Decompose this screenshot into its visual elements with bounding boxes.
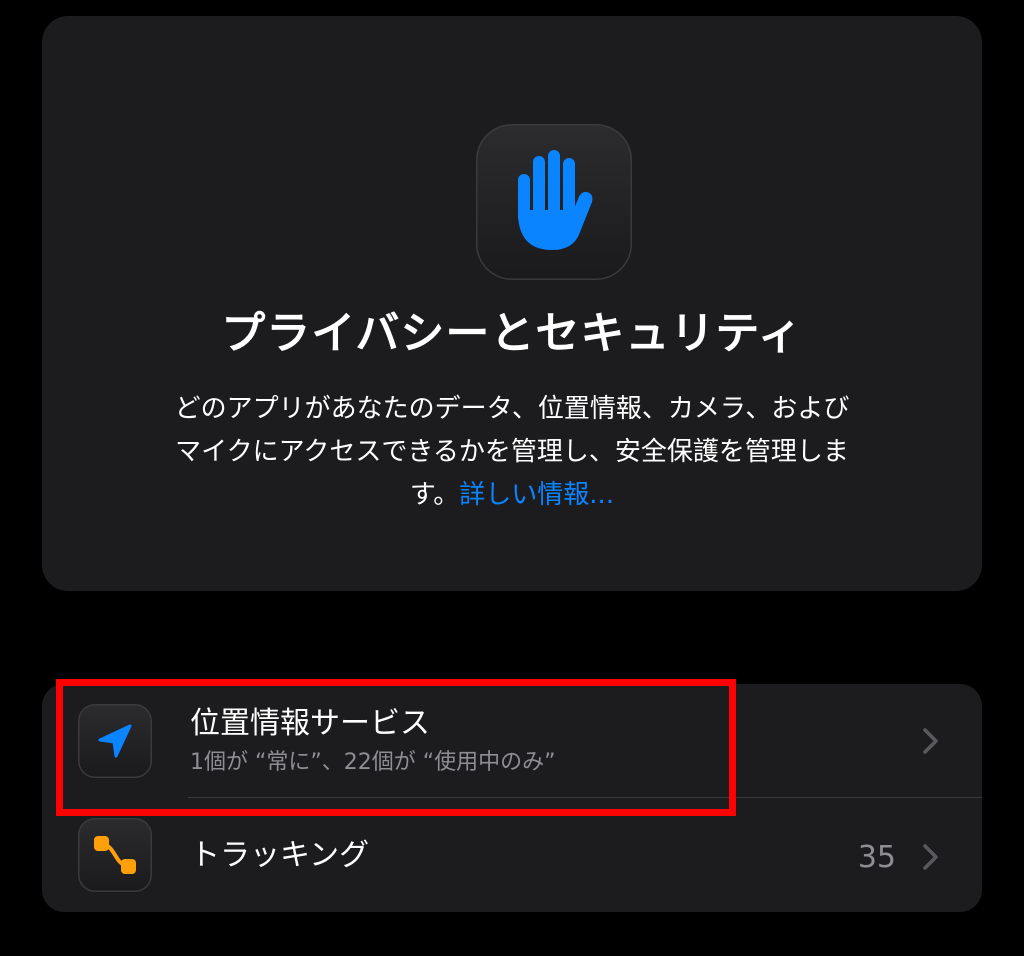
tracking-icon (78, 818, 152, 892)
location-arrow-icon (78, 704, 152, 778)
privacy-header-card: プライバシーとセキュリティ どのアプリがあなたのデータ、位置情報、カメラ、および… (42, 16, 982, 591)
chevron-right-icon (923, 844, 938, 870)
hand-raised-icon (476, 124, 632, 280)
chevron-right-icon (923, 728, 938, 754)
location-services-subtitle: 1個が “常に”、22個が “使用中のみ” (190, 750, 556, 775)
tracking-row[interactable]: トラッキング 35 (42, 798, 982, 912)
description-line-3: す。 (409, 480, 460, 510)
learn-more-link[interactable]: 詳しい情報... (459, 480, 614, 510)
description-line-2: マイクにアクセスできるかを管理し、安全保護を管理しま (175, 437, 849, 467)
page-title: プライバシーとセキュリティ (221, 308, 803, 359)
tracking-title: トラッキング (190, 838, 370, 873)
privacy-description: どのアプリがあなたのデータ、位置情報、カメラ、および マイクにアクセスできるかを… (122, 388, 902, 517)
privacy-settings-list: 位置情報サービス 1個が “常に”、22個が “使用中のみ” トラッキング 35 (42, 684, 982, 912)
privacy-security-screen: プライバシーとセキュリティ どのアプリがあなたのデータ、位置情報、カメラ、および… (0, 0, 1024, 956)
location-services-title: 位置情報サービス (190, 706, 430, 741)
description-line-1: どのアプリがあなたのデータ、位置情報、カメラ、および (174, 394, 850, 424)
tracking-count: 35 (857, 840, 896, 875)
location-services-row[interactable]: 位置情報サービス 1個が “常に”、22個が “使用中のみ” (42, 684, 982, 798)
